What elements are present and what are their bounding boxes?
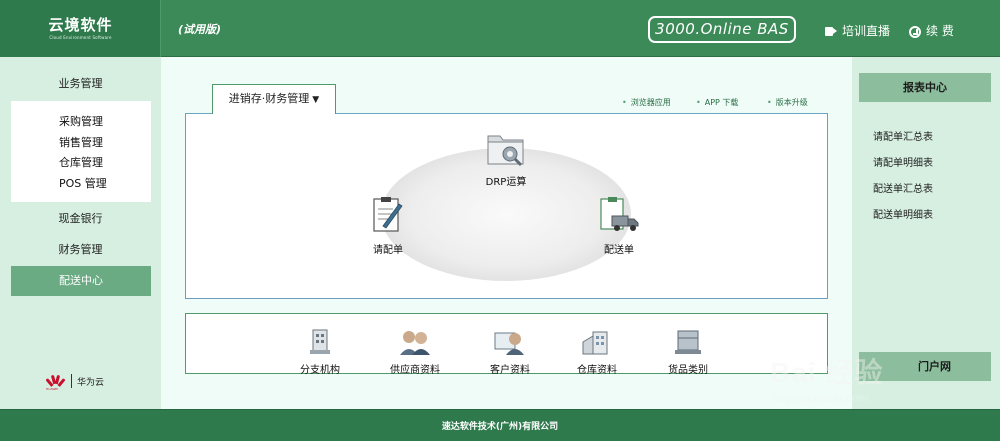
folder-gear-icon bbox=[487, 135, 524, 167]
distribution-flow-panel: DRP运算 请配单 配送单 bbox=[185, 113, 828, 299]
warehouse-item[interactable]: 仓库资料 bbox=[577, 328, 617, 376]
sidebar-item-business[interactable]: 业务管理 bbox=[0, 70, 161, 98]
clipboard-pen-icon bbox=[373, 197, 403, 232]
sidebar-item-cash-bank[interactable]: 现金银行 bbox=[0, 205, 161, 233]
supplier-item[interactable]: 供应商资料 bbox=[390, 328, 440, 376]
requisition-node[interactable]: 请配单 bbox=[369, 196, 407, 256]
top-header: 云境软件 Cloud Environment Software (试用版) 30… bbox=[0, 0, 1000, 57]
branch-office-item[interactable]: 分支机构 bbox=[300, 328, 340, 376]
version-upgrade-link[interactable]: • 版本升级 bbox=[767, 97, 808, 108]
huawei-logo-icon: HUAWEI bbox=[45, 374, 66, 391]
training-live-label: 培训直播 bbox=[842, 24, 891, 38]
branch-office-label: 分支机构 bbox=[300, 365, 340, 376]
report-delivery-detail[interactable]: 配送单明细表 bbox=[873, 206, 933, 221]
renew-link[interactable]: 续 费 bbox=[909, 23, 954, 39]
training-live-link[interactable]: 培训直播 bbox=[825, 23, 890, 39]
sidebar-submenu: 采购管理 销售管理 仓库管理 POS 管理 bbox=[11, 101, 151, 202]
partner-name: 华为云 bbox=[77, 377, 105, 388]
tab-label: 进销存·财务管理 bbox=[228, 92, 310, 105]
warehouse-building-icon bbox=[582, 331, 608, 355]
app-download-link[interactable]: • APP 下载 bbox=[696, 97, 738, 108]
customer-card-icon bbox=[494, 332, 524, 355]
sidebar-item-distribution-center[interactable]: 配送中心 bbox=[11, 266, 151, 296]
edition-label: (试用版) bbox=[178, 23, 222, 36]
baidu-watermark: Bai 经验 jingyan.baidu.com bbox=[770, 351, 883, 405]
sidebar-item-purchase[interactable]: 采购管理 bbox=[59, 112, 151, 133]
footer: 速达软件技术(广州)有限公司 bbox=[0, 409, 1000, 441]
renew-label: 续 费 bbox=[926, 24, 954, 38]
logo-subtitle: Cloud Environment Software bbox=[49, 35, 112, 40]
goods-box-icon bbox=[675, 330, 701, 354]
watermark-sub: jingyan.baidu.com bbox=[772, 391, 869, 405]
logo: 云境软件 Cloud Environment Software bbox=[0, 0, 161, 57]
browser-app-label: 浏览器应用 bbox=[630, 98, 671, 107]
report-requisition-detail[interactable]: 请配单明细表 bbox=[873, 154, 933, 169]
sidebar-item-finance[interactable]: 财务管理 bbox=[0, 236, 161, 264]
logo-title: 云境软件 bbox=[48, 16, 113, 34]
sidebar-item-sales[interactable]: 销售管理 bbox=[59, 133, 151, 154]
product-badge: 3000.Online BAS bbox=[648, 16, 796, 43]
supplier-people-icon bbox=[400, 331, 430, 355]
goods-category-item[interactable]: 货品类别 bbox=[668, 328, 708, 376]
video-camera-icon bbox=[825, 27, 837, 36]
sidebar-item-pos[interactable]: POS 管理 bbox=[59, 174, 151, 195]
delivery-label: 配送单 bbox=[604, 245, 634, 256]
version-upgrade-label: 版本升级 bbox=[775, 98, 808, 107]
report-requisition-summary[interactable]: 请配单汇总表 bbox=[873, 128, 933, 143]
partner-divider bbox=[71, 374, 72, 388]
master-data-panel: 分支机构 供应商资料 客户资料 仓库资料 货品类别 bbox=[185, 313, 828, 376]
sidebar: 业务管理 采购管理 销售管理 仓库管理 POS 管理 现金银行 财务管理 配送中… bbox=[0, 57, 161, 409]
renew-icon bbox=[909, 25, 921, 38]
footer-company: 速达软件技术(广州)有限公司 bbox=[441, 422, 559, 432]
tab-inventory-finance[interactable]: 进销存·财务管理 ▼ bbox=[212, 84, 336, 114]
drp-calc-label: DRP运算 bbox=[485, 177, 527, 188]
customer-label: 客户资料 bbox=[490, 365, 530, 376]
chevron-down-icon: ▼ bbox=[312, 95, 320, 105]
truck-clipboard-icon bbox=[600, 197, 639, 231]
app-download-label: APP 下载 bbox=[704, 98, 739, 107]
report-center-title: 报表中心 bbox=[859, 73, 991, 102]
goods-category-label: 货品类别 bbox=[668, 365, 708, 376]
report-delivery-summary[interactable]: 配送单汇总表 bbox=[873, 180, 933, 195]
delivery-node[interactable]: 配送单 bbox=[598, 196, 640, 256]
main-content: 进销存·财务管理▼ •浏览器应用 •APP 下载 •版本升级 DRP运算 bbox=[161, 57, 852, 409]
customer-item[interactable]: 客户资料 bbox=[490, 328, 530, 376]
watermark-main: Bai 经验 bbox=[770, 357, 884, 388]
branch-office-icon bbox=[310, 329, 330, 354]
warehouse-label: 仓库资料 bbox=[577, 365, 617, 376]
drp-calc-node[interactable]: DRP运算 bbox=[484, 130, 528, 188]
requisition-label: 请配单 bbox=[373, 245, 403, 256]
partner-logo: HUAWEI 华为云 bbox=[45, 372, 105, 391]
supplier-label: 供应商资料 bbox=[390, 365, 440, 376]
browser-app-link[interactable]: • 浏览器应用 bbox=[622, 97, 671, 108]
sidebar-item-warehouse[interactable]: 仓库管理 bbox=[59, 153, 151, 174]
